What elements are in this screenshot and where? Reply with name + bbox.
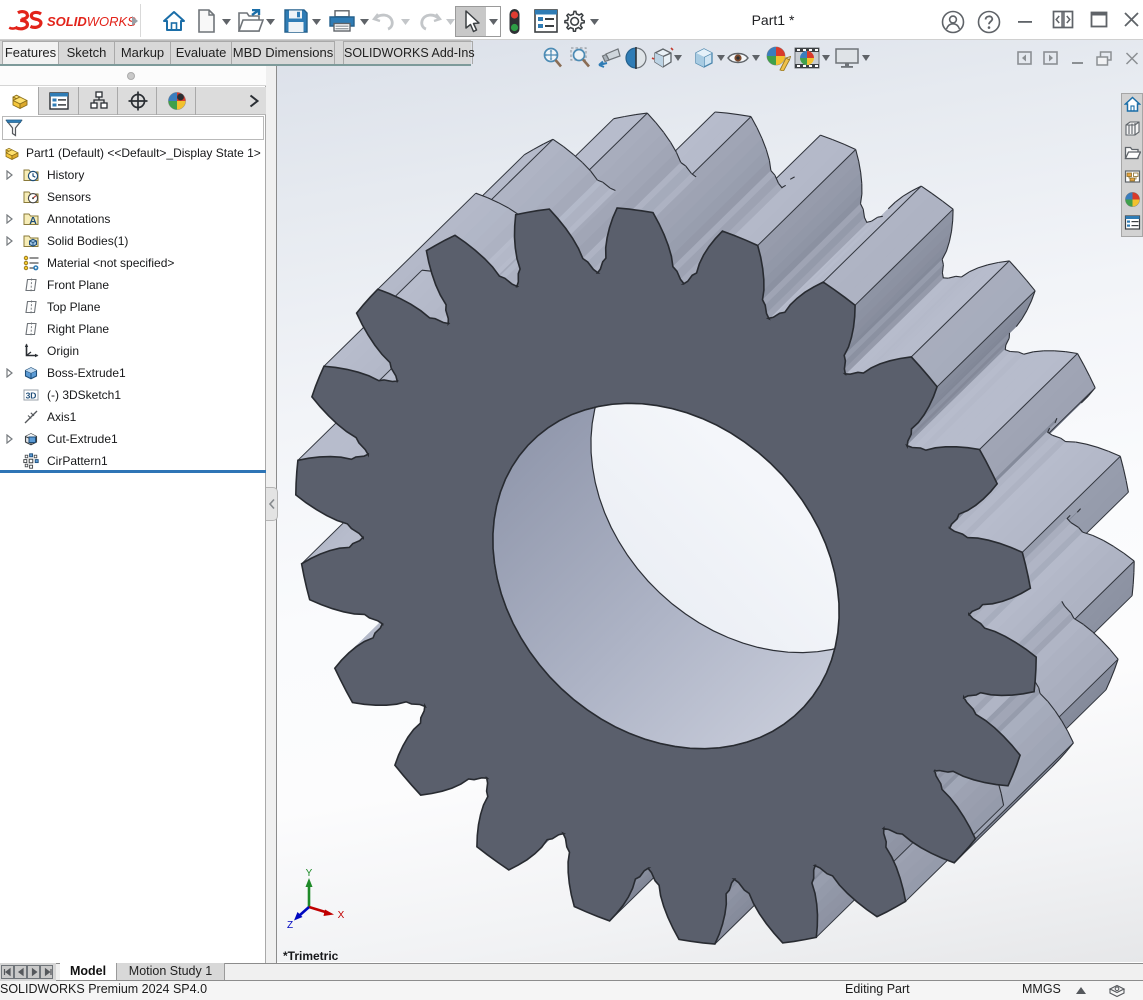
svg-text:A: A: [29, 215, 37, 227]
svg-text:3D: 3D: [26, 390, 37, 400]
svg-text:Y: Y: [306, 868, 313, 879]
svg-text:X: X: [338, 910, 345, 921]
svg-text:Z: Z: [287, 920, 293, 930]
